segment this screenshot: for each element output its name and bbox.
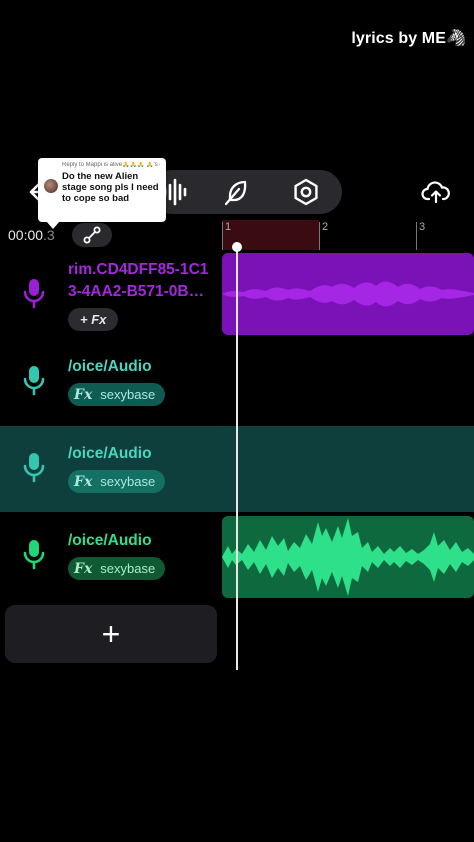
- time-fraction: .3: [43, 227, 55, 243]
- effect-name: sexybase: [100, 387, 156, 402]
- timeline-ruler[interactable]: [222, 220, 474, 250]
- microphone-icon[interactable]: [20, 276, 48, 310]
- hexagon-settings-icon: [294, 178, 318, 206]
- ruler-label-1: 1: [225, 221, 232, 233]
- lyrics-caption: lyrics by ME🦓: [351, 30, 466, 47]
- settings-tool-button[interactable]: [284, 170, 328, 214]
- ruler-tick: [319, 222, 320, 250]
- time-readout: 00:00.3: [8, 227, 55, 243]
- microphone-icon[interactable]: [20, 363, 48, 397]
- time-main: 00:00: [8, 227, 44, 243]
- audio-clip[interactable]: [222, 253, 474, 335]
- ruler-tick: [416, 222, 417, 250]
- clip-waveform: [222, 518, 474, 596]
- ruler-label-2: 2: [322, 221, 329, 233]
- add-fx-button[interactable]: + Fx: [68, 308, 119, 331]
- ruler-label-3: 3: [419, 221, 426, 233]
- link-nodes-icon: [83, 226, 101, 244]
- commenter-avatar: [44, 179, 58, 193]
- reply-comment-sticker: Reply to Mappi is alive🙏🙏🙏 🙏's comment D…: [38, 158, 166, 229]
- track-name: rim.CD4DFF85-1C1: [68, 261, 209, 278]
- reply-text: Do the new Alien stage song pls I need t…: [62, 171, 159, 204]
- upload-button[interactable]: [416, 172, 456, 212]
- track-name: /oice/Audio: [68, 358, 152, 375]
- playhead[interactable]: [236, 244, 238, 670]
- feather-icon: [224, 180, 247, 206]
- fx-chip[interactable]: Fx sexybase: [68, 470, 166, 493]
- reply-meta: Reply to Mappi is alive🙏🙏🙏 🙏's comment: [62, 162, 160, 168]
- effect-name: sexybase: [100, 561, 156, 576]
- fx-chip[interactable]: Fx sexybase: [68, 557, 166, 580]
- link-toggle-button[interactable]: [72, 223, 112, 247]
- ruler-tick: [222, 222, 223, 250]
- clip-waveform: [222, 281, 474, 307]
- audio-clip[interactable]: [222, 516, 474, 598]
- feather-tool-button[interactable]: [214, 170, 258, 214]
- track-name-line2: 3-4AA2-B571-0B…: [68, 283, 205, 300]
- cloud-upload-icon: [421, 181, 450, 204]
- playhead-handle[interactable]: [232, 242, 242, 252]
- fx-chip[interactable]: Fx sexybase: [68, 383, 166, 406]
- microphone-icon[interactable]: [20, 450, 48, 484]
- fx-label: Fx: [74, 560, 93, 577]
- track-name: /oice/Audio: [68, 445, 152, 462]
- fx-label: Fx: [74, 386, 93, 403]
- effect-name: sexybase: [100, 474, 156, 489]
- fx-label: Fx: [74, 473, 93, 490]
- track-name: /oice/Audio: [68, 532, 152, 549]
- add-track-button[interactable]: +: [5, 605, 217, 663]
- microphone-icon[interactable]: [20, 537, 48, 571]
